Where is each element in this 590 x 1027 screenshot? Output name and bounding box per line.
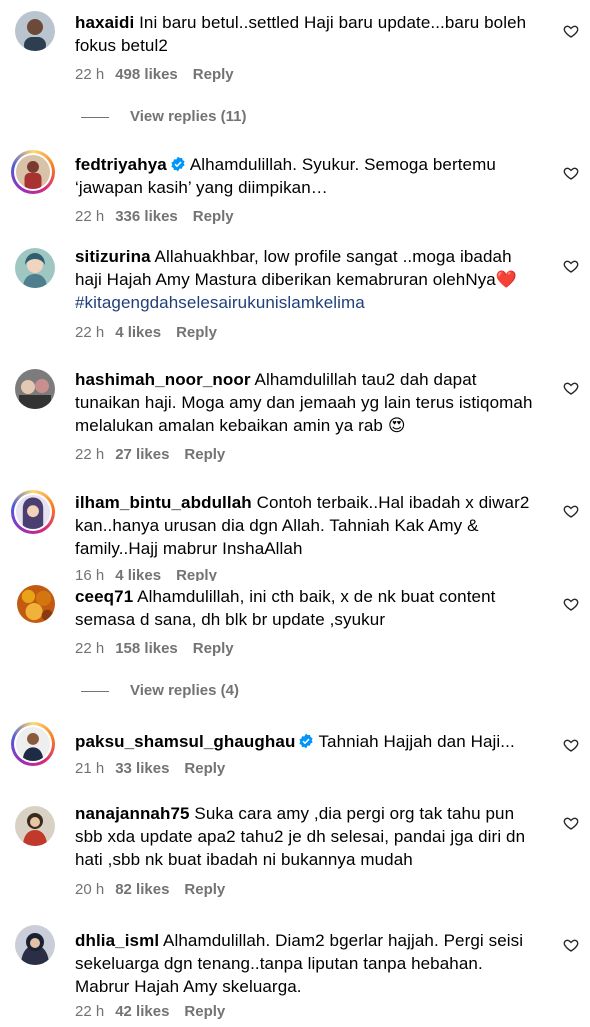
comment-meta: 16 h 4 likes Reply xyxy=(75,567,217,581)
comment-body: Alhamdulillah, ini cth baik, x de nk bua… xyxy=(75,587,496,629)
avatar[interactable] xyxy=(11,722,55,766)
timestamp: 16 h xyxy=(75,567,105,581)
username[interactable]: fedtriyahya xyxy=(75,155,167,174)
heart-outline-icon[interactable] xyxy=(563,23,579,39)
username[interactable]: nanajannah75 xyxy=(75,804,190,823)
comment-meta: 22 h 158 likes Reply xyxy=(75,640,234,657)
avatar[interactable] xyxy=(15,248,55,288)
likes-count[interactable]: 336 likes xyxy=(115,208,178,225)
view-replies-button[interactable]: View replies (4) xyxy=(81,682,239,699)
likes-count[interactable]: 82 likes xyxy=(115,881,169,898)
likes-count[interactable]: 4 likes xyxy=(115,567,161,581)
heart-outline-icon[interactable] xyxy=(563,737,579,753)
view-replies-label[interactable]: View replies (4) xyxy=(130,682,239,699)
reply-button[interactable]: Reply xyxy=(193,640,234,657)
comment-meta: 22 h 336 likes Reply xyxy=(75,208,234,225)
likes-count[interactable]: 4 likes xyxy=(115,324,161,341)
reply-button[interactable]: Reply xyxy=(176,567,217,581)
comment-meta: 20 h 82 likes Reply xyxy=(75,881,225,898)
reply-button[interactable]: Reply xyxy=(176,324,217,341)
timestamp: 22 h xyxy=(75,1003,105,1020)
timestamp: 22 h xyxy=(75,324,105,341)
timestamp: 22 h xyxy=(75,446,105,463)
timestamp: 20 h xyxy=(75,881,105,898)
clipped-meta-row: 16 h 4 likes Reply xyxy=(0,566,590,581)
heart-outline-icon[interactable] xyxy=(563,165,579,181)
comment-text: ilham_bintu_abdullah Contoh terbaik..Hal… xyxy=(75,491,537,560)
username[interactable]: hashimah_noor_noor xyxy=(75,370,251,389)
avatar[interactable] xyxy=(15,806,55,846)
comment-body: Tahniah Hajjah dan Haji... xyxy=(318,732,515,751)
heart-outline-icon[interactable] xyxy=(563,503,579,519)
heart-eyes-emoji: 😍 xyxy=(387,416,406,435)
timestamp: 22 h xyxy=(75,640,105,657)
comment-meta: 22 h 27 likes Reply xyxy=(75,446,225,463)
reply-button[interactable]: Reply xyxy=(184,881,225,898)
comment-text: nanajannah75 Suka cara amy ,dia pergi or… xyxy=(75,802,537,871)
timestamp: 22 h xyxy=(75,208,105,225)
likes-count[interactable]: 33 likes xyxy=(115,760,169,777)
comment-text: paksu_shamsul_ghaughau Tahniah Hajjah dan… xyxy=(75,730,537,753)
heart-outline-icon[interactable] xyxy=(563,596,579,612)
reply-button[interactable]: Reply xyxy=(184,760,225,777)
heart-outline-icon[interactable] xyxy=(563,258,579,274)
avatar[interactable] xyxy=(15,11,55,51)
likes-count[interactable]: 27 likes xyxy=(115,446,169,463)
divider-line xyxy=(81,116,109,118)
likes-count[interactable]: 42 likes xyxy=(115,1003,169,1020)
avatar[interactable] xyxy=(11,490,55,534)
reply-button[interactable]: Reply xyxy=(184,1003,225,1020)
comment-meta: 22 h 4 likes Reply xyxy=(75,324,217,341)
username[interactable]: haxaidi xyxy=(75,13,134,32)
avatar[interactable] xyxy=(17,585,55,623)
heart-emoji: ❤️ xyxy=(495,270,518,289)
avatar[interactable] xyxy=(15,925,55,965)
likes-count[interactable]: 158 likes xyxy=(115,640,178,657)
avatar[interactable] xyxy=(11,150,55,194)
avatar[interactable] xyxy=(15,369,55,409)
comment-meta: 22 h 42 likes Reply xyxy=(75,1003,225,1020)
username[interactable]: ceeq71 xyxy=(75,587,133,606)
comment-body: Ini baru betul..settled Haji baru update… xyxy=(75,13,527,55)
comment-text: sitizurina Allahuakhbar, low profile san… xyxy=(75,245,537,314)
timestamp: 21 h xyxy=(75,760,105,777)
verified-badge-icon xyxy=(171,156,185,172)
heart-outline-icon[interactable] xyxy=(563,380,579,396)
comment-text: ceeq71 Alhamdulillah, ini cth baik, x de… xyxy=(75,585,537,631)
likes-count[interactable]: 498 likes xyxy=(115,66,178,83)
reply-button[interactable]: Reply xyxy=(193,208,234,225)
heart-outline-icon[interactable] xyxy=(563,937,579,953)
timestamp: 22 h xyxy=(75,66,105,83)
username[interactable]: ilham_bintu_abdullah xyxy=(75,493,252,512)
username[interactable]: dhlia_isml xyxy=(75,931,159,950)
hashtag-link[interactable]: #kitagengdahselesairukunislamkelima xyxy=(75,293,365,312)
view-replies-button[interactable]: View replies (11) xyxy=(81,108,246,125)
comment-text: haxaidi Ini baru betul..settled Haji bar… xyxy=(75,11,537,57)
comment-meta: 22 h 498 likes Reply xyxy=(75,66,234,83)
view-replies-label[interactable]: View replies (11) xyxy=(130,108,246,125)
heart-outline-icon[interactable] xyxy=(563,815,579,831)
comment-meta: 21 h 33 likes Reply xyxy=(75,760,225,777)
comment-text: dhlia_isml Alhamdulillah. Diam2 bgerlar … xyxy=(75,929,537,998)
verified-badge-icon xyxy=(299,733,314,749)
reply-button[interactable]: Reply xyxy=(193,66,234,83)
comment-text: hashimah_noor_noor Alhamdulillah tau2 da… xyxy=(75,368,537,437)
comment-text: fedtriyahya Alhamdulillah. Syukur. Semoga… xyxy=(75,153,537,199)
divider-line xyxy=(81,690,109,692)
username[interactable]: paksu_shamsul_ghaughau xyxy=(75,732,295,751)
reply-button[interactable]: Reply xyxy=(184,446,225,463)
username[interactable]: sitizurina xyxy=(75,247,151,266)
